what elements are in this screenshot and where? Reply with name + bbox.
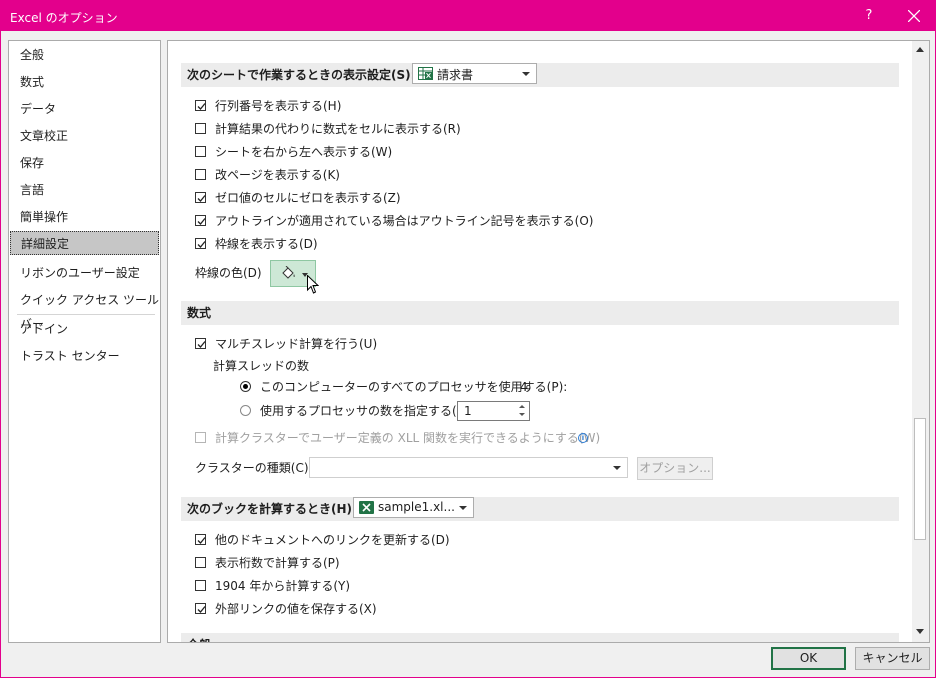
checkbox[interactable]	[195, 534, 206, 545]
close-button[interactable]	[894, 1, 934, 31]
cluster-type-label: クラスターの種類(C):	[195, 461, 313, 475]
title-bar: Excel のオプション ?	[1, 1, 935, 31]
checkbox[interactable]	[195, 146, 206, 157]
radio-button[interactable]	[240, 381, 251, 392]
checkmark-icon	[197, 537, 206, 544]
sidebar-item-advanced[interactable]: 詳細設定	[10, 231, 159, 255]
processor-count: 4	[520, 380, 528, 394]
checkbox[interactable]	[195, 192, 206, 203]
chevron-down-icon	[613, 466, 621, 470]
checkbox-label: 計算結果の代わりに数式をセルに表示する(R)	[215, 122, 461, 136]
sidebar-item-language[interactable]: 言語	[9, 178, 160, 202]
sidebar-item-save[interactable]: 保存	[9, 151, 160, 175]
excel-options-dialog: Excel のオプション ? 全般 数式 データ 文章校正 保存 言語 簡単操作…	[0, 0, 936, 678]
checkmark-icon	[197, 103, 206, 110]
checkbox-label: 表示桁数で計算する(P)	[215, 556, 340, 570]
checkbox-label: 1904 年から計算する(Y)	[215, 579, 351, 593]
category-sidebar: 全般 数式 データ 文章校正 保存 言語 簡単操作 詳細設定 リボンのユーザー設…	[8, 40, 161, 643]
info-icon: i	[578, 433, 588, 443]
stepper-down-icon[interactable]	[519, 413, 525, 416]
checkmark-icon	[197, 241, 206, 248]
close-icon	[908, 10, 920, 22]
sheet-select-value: 請求書	[437, 68, 474, 82]
sidebar-item-customize-ribbon[interactable]: リボンのユーザー設定	[9, 261, 160, 285]
checkbox[interactable]	[195, 100, 206, 111]
sidebar-item-addins[interactable]: アドイン	[9, 317, 160, 341]
vertical-scrollbar[interactable]	[912, 41, 929, 642]
ok-button[interactable]: OK	[771, 647, 846, 670]
stepper-up-icon[interactable]	[519, 405, 525, 408]
checkbox-label: 計算クラスターでユーザー定義の XLL 関数を実行できるようにする(W)	[215, 431, 601, 445]
checkbox[interactable]	[195, 169, 206, 180]
checkbox-label: 枠線を表示する(D)	[215, 237, 318, 251]
checkbox-label: 行列番号を表示する(H)	[215, 99, 342, 113]
checkbox[interactable]	[195, 580, 206, 591]
formula-section-header: 数式	[181, 301, 899, 325]
checkbox[interactable]	[195, 557, 206, 568]
checkmark-icon	[197, 341, 206, 348]
sheet-select[interactable]: 請求書	[412, 63, 537, 84]
chevron-down-icon	[459, 506, 467, 510]
excel-sheet-icon	[418, 67, 433, 80]
scroll-up-icon[interactable]	[916, 47, 924, 52]
sidebar-item-proofing[interactable]: 文章校正	[9, 124, 160, 148]
checkmark-icon	[197, 195, 206, 202]
checkbox[interactable]	[195, 215, 206, 226]
cancel-button[interactable]: キャンセル	[855, 647, 930, 670]
workbook-calc-section-header: 次のブックを計算するとき(H):	[181, 497, 899, 521]
sidebar-item-data[interactable]: データ	[9, 97, 160, 121]
checkmark-icon	[197, 218, 206, 225]
cluster-type-select[interactable]	[309, 457, 628, 478]
workbook-select[interactable]: sample1.xl...	[353, 497, 474, 518]
paint-bucket-icon	[282, 266, 295, 279]
cluster-options-button[interactable]: オプション...	[637, 457, 713, 480]
checkbox-label: アウトラインが適用されている場合はアウトライン記号を表示する(O)	[215, 214, 594, 228]
checkbox[interactable]	[195, 238, 206, 249]
thread-count-label: 計算スレッドの数	[213, 359, 310, 373]
processor-count-stepper[interactable]: 1	[457, 401, 530, 421]
checkbox-label: 改ページを表示する(K)	[215, 168, 340, 182]
radio-button[interactable]	[240, 405, 251, 416]
sheet-display-section-header: 次のシートで作業するときの表示設定(S):	[181, 63, 899, 87]
chevron-down-icon	[522, 72, 530, 76]
excel-workbook-icon	[359, 501, 374, 514]
gridline-color-label: 枠線の色(D)	[195, 266, 262, 280]
checkbox-label: 外部リンクの値を保存する(X)	[215, 602, 377, 616]
sidebar-item-accessibility[interactable]: 簡単操作	[9, 205, 160, 229]
sidebar-item-quick-access-toolbar[interactable]: クイック アクセス ツール バー	[9, 288, 160, 331]
sidebar-item-formulas[interactable]: 数式	[9, 70, 160, 94]
workbook-select-value: sample1.xl...	[378, 500, 455, 514]
scrollbar-thumb[interactable]	[914, 418, 926, 540]
checkbox-label: ゼロ値のセルにゼロを表示する(Z)	[215, 191, 401, 205]
checkbox[interactable]	[195, 603, 206, 614]
checkbox-label: シートを右から左へ表示する(W)	[215, 145, 393, 159]
checkbox[interactable]	[195, 338, 206, 349]
section-title: 次のブックを計算するとき(H):	[187, 502, 357, 516]
checkmark-icon	[197, 606, 206, 613]
sidebar-item-general[interactable]: 全般	[9, 43, 160, 67]
stepper-value: 1	[464, 404, 472, 418]
checkbox-label: マルチスレッド計算を行う(U)	[215, 337, 378, 351]
settings-panel: 次のシートで作業するときの表示設定(S): 請求書 行列番号を表示する(H) 計…	[167, 40, 930, 643]
help-button[interactable]: ?	[859, 4, 879, 28]
window-title: Excel のオプション	[10, 11, 118, 25]
checkbox-label: 他のドキュメントへのリンクを更新する(D)	[215, 533, 450, 547]
checkbox[interactable]	[195, 432, 206, 443]
checkbox[interactable]	[195, 123, 206, 134]
section-title: 次のシートで作業するときの表示設定(S):	[187, 68, 416, 82]
sidebar-divider	[17, 314, 155, 315]
scroll-down-icon[interactable]	[916, 629, 924, 634]
sidebar-item-trust-center[interactable]: トラスト センター	[9, 344, 160, 368]
radio-label: 使用するプロセッサの数を指定する(M):	[260, 404, 476, 418]
mouse-cursor-icon	[307, 275, 319, 294]
general-section-header: 全般	[181, 633, 899, 642]
